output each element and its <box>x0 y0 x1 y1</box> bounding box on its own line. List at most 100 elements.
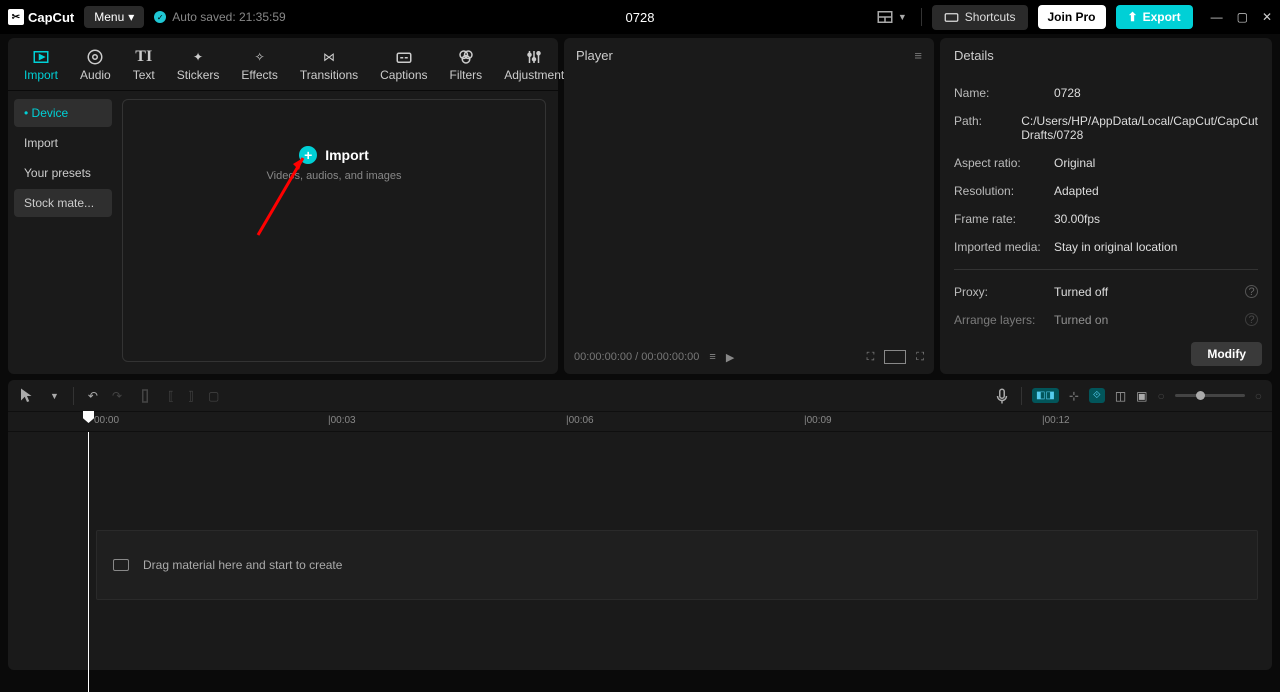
player-viewport[interactable] <box>564 73 934 340</box>
minimize-button[interactable]: — <box>1211 10 1223 24</box>
source-presets[interactable]: Your presets <box>14 159 112 187</box>
tab-transitions[interactable]: ⋈ Transitions <box>290 44 368 90</box>
close-button[interactable]: ✕ <box>1262 10 1272 24</box>
timeline-toolbar-right: ◧◨ ⊹ ⟐ ◫ ▣ ○ ○ <box>993 387 1262 405</box>
app-logo: ✂ CapCut <box>8 9 74 25</box>
app-name: CapCut <box>28 10 74 25</box>
redo-button[interactable]: ↷ <box>112 389 122 403</box>
source-device[interactable]: Device <box>14 99 112 127</box>
zoom-slider[interactable] <box>1175 394 1245 397</box>
details-title: Details <box>940 38 1272 73</box>
tab-label: Captions <box>380 68 427 82</box>
play-button[interactable]: ▶ <box>726 351 734 364</box>
divider <box>73 387 74 405</box>
undo-button[interactable]: ↶ <box>88 389 98 403</box>
prev-frame-button[interactable]: ≡ <box>709 351 715 363</box>
shortcuts-label: Shortcuts <box>965 10 1016 24</box>
help-icon[interactable]: ? <box>1245 313 1258 326</box>
tab-label: Effects <box>241 68 277 82</box>
import-dropzone[interactable]: + Import Videos, audios, and images <box>122 99 546 362</box>
trim-right-button[interactable]: ⟧ <box>188 389 194 403</box>
detail-layers: Arrange layers:Turned on? <box>954 306 1258 334</box>
tab-filters[interactable]: Filters <box>440 44 493 90</box>
tab-stickers[interactable]: ✦ Stickers <box>167 44 230 90</box>
join-pro-button[interactable]: Join Pro <box>1038 5 1106 29</box>
trim-left-button[interactable]: ⟦ <box>168 389 174 403</box>
tab-audio[interactable]: Audio <box>70 44 121 90</box>
snap-tool[interactable]: ⊹ <box>1069 389 1079 403</box>
playhead-handle[interactable] <box>83 411 94 423</box>
select-tool[interactable] <box>18 387 36 405</box>
source-stock[interactable]: Stock mate... <box>14 189 112 217</box>
media-body: Device Import Your presets Stock mate...… <box>8 91 558 374</box>
player-header: Player ≡ <box>564 38 934 73</box>
export-button[interactable]: ⬆ Export <box>1116 5 1193 29</box>
divider <box>921 8 922 26</box>
window-controls: — ▢ ✕ <box>1211 10 1272 24</box>
tab-label: Adjustment <box>504 68 564 82</box>
import-icon <box>31 48 51 66</box>
shortcuts-button[interactable]: Shortcuts <box>932 5 1028 30</box>
topbar-right: ▼ Shortcuts Join Pro ⬆ Export — ▢ ✕ <box>872 4 1272 30</box>
tab-text[interactable]: TI Text <box>123 44 165 90</box>
ruler-tick: |00:06 <box>566 415 594 426</box>
transitions-icon: ⋈ <box>319 48 339 66</box>
scale-fit-button[interactable]: ⛶ <box>867 351 875 364</box>
tab-import[interactable]: Import <box>14 44 68 90</box>
magnet-tool[interactable]: ◧◨ <box>1032 388 1059 403</box>
placeholder-text: Drag material here and start to create <box>143 558 342 572</box>
import-button-label: Import <box>325 147 369 163</box>
menu-button[interactable]: Menu ▾ <box>84 6 144 28</box>
timeline-ruler[interactable]: 00:00 |00:03 |00:06 |00:09 |00:12 <box>8 412 1272 432</box>
link-tool[interactable]: ⟐ <box>1089 388 1105 403</box>
split-button[interactable] <box>136 387 154 405</box>
player-title: Player <box>576 48 613 63</box>
detail-framerate: Frame rate:30.00fps <box>954 205 1258 233</box>
fullscreen-button[interactable]: ⛶ <box>916 351 924 364</box>
audio-icon <box>85 48 105 66</box>
detail-imported: Imported media:Stay in original location <box>954 233 1258 261</box>
autosave-status: ✓ Auto saved: 21:35:59 <box>154 10 285 24</box>
import-button[interactable]: + Import <box>299 146 369 164</box>
zoom-out-button[interactable]: ○ <box>1158 389 1165 403</box>
track-placeholder[interactable]: Drag material here and start to create <box>96 530 1258 600</box>
playhead[interactable] <box>88 432 89 692</box>
player-menu-icon[interactable]: ≡ <box>914 48 922 63</box>
aspect-ratio-button[interactable] <box>884 350 906 364</box>
tab-adjustment[interactable]: Adjustment <box>494 44 574 90</box>
tab-effects[interactable]: ✧ Effects <box>231 44 287 90</box>
preview-tool[interactable]: ◫ <box>1115 389 1126 403</box>
join-pro-label: Join Pro <box>1048 10 1096 24</box>
cover-tool[interactable]: ▣ <box>1136 389 1147 403</box>
source-import[interactable]: Import <box>14 129 112 157</box>
player-panel: Player ≡ 00:00:00:00 / 00:00:00:00 ≡ ▶ ⛶… <box>564 38 934 374</box>
check-icon: ✓ <box>154 11 166 23</box>
maximize-button[interactable]: ▢ <box>1237 10 1248 24</box>
ruler-tick: |00:12 <box>1042 415 1070 426</box>
ruler-tick: 00:00 <box>94 415 119 426</box>
layout-icon <box>876 8 894 26</box>
tab-captions[interactable]: Captions <box>370 44 437 90</box>
details-panel: Details Name:0728 Path:C:/Users/HP/AppDa… <box>940 38 1272 374</box>
captions-icon <box>394 48 414 66</box>
project-title: 0728 <box>626 10 655 25</box>
tab-label: Import <box>24 68 58 82</box>
help-icon[interactable]: ? <box>1245 285 1258 298</box>
export-icon: ⬆ <box>1128 10 1138 24</box>
plus-icon: + <box>299 146 317 164</box>
record-button[interactable] <box>993 387 1011 405</box>
delete-button[interactable]: ▢ <box>208 389 219 403</box>
select-dropdown[interactable]: ▼ <box>50 391 59 401</box>
import-subtitle: Videos, audios, and images <box>267 170 402 182</box>
divider <box>1021 387 1022 405</box>
zoom-in-button[interactable]: ○ <box>1255 389 1262 403</box>
media-panel: Import Audio TI Text ✦ Stickers ✧ Effect… <box>8 38 558 374</box>
modify-button[interactable]: Modify <box>1191 342 1262 366</box>
chevron-down-icon: ▾ <box>128 10 134 24</box>
top-bar: ✂ CapCut Menu ▾ ✓ Auto saved: 21:35:59 0… <box>0 0 1280 34</box>
timeline-tracks[interactable]: Drag material here and start to create <box>8 432 1272 670</box>
logo-icon: ✂ <box>8 9 24 25</box>
ruler-tick: |00:09 <box>804 415 832 426</box>
layout-button[interactable]: ▼ <box>872 4 911 30</box>
divider <box>954 269 1258 270</box>
